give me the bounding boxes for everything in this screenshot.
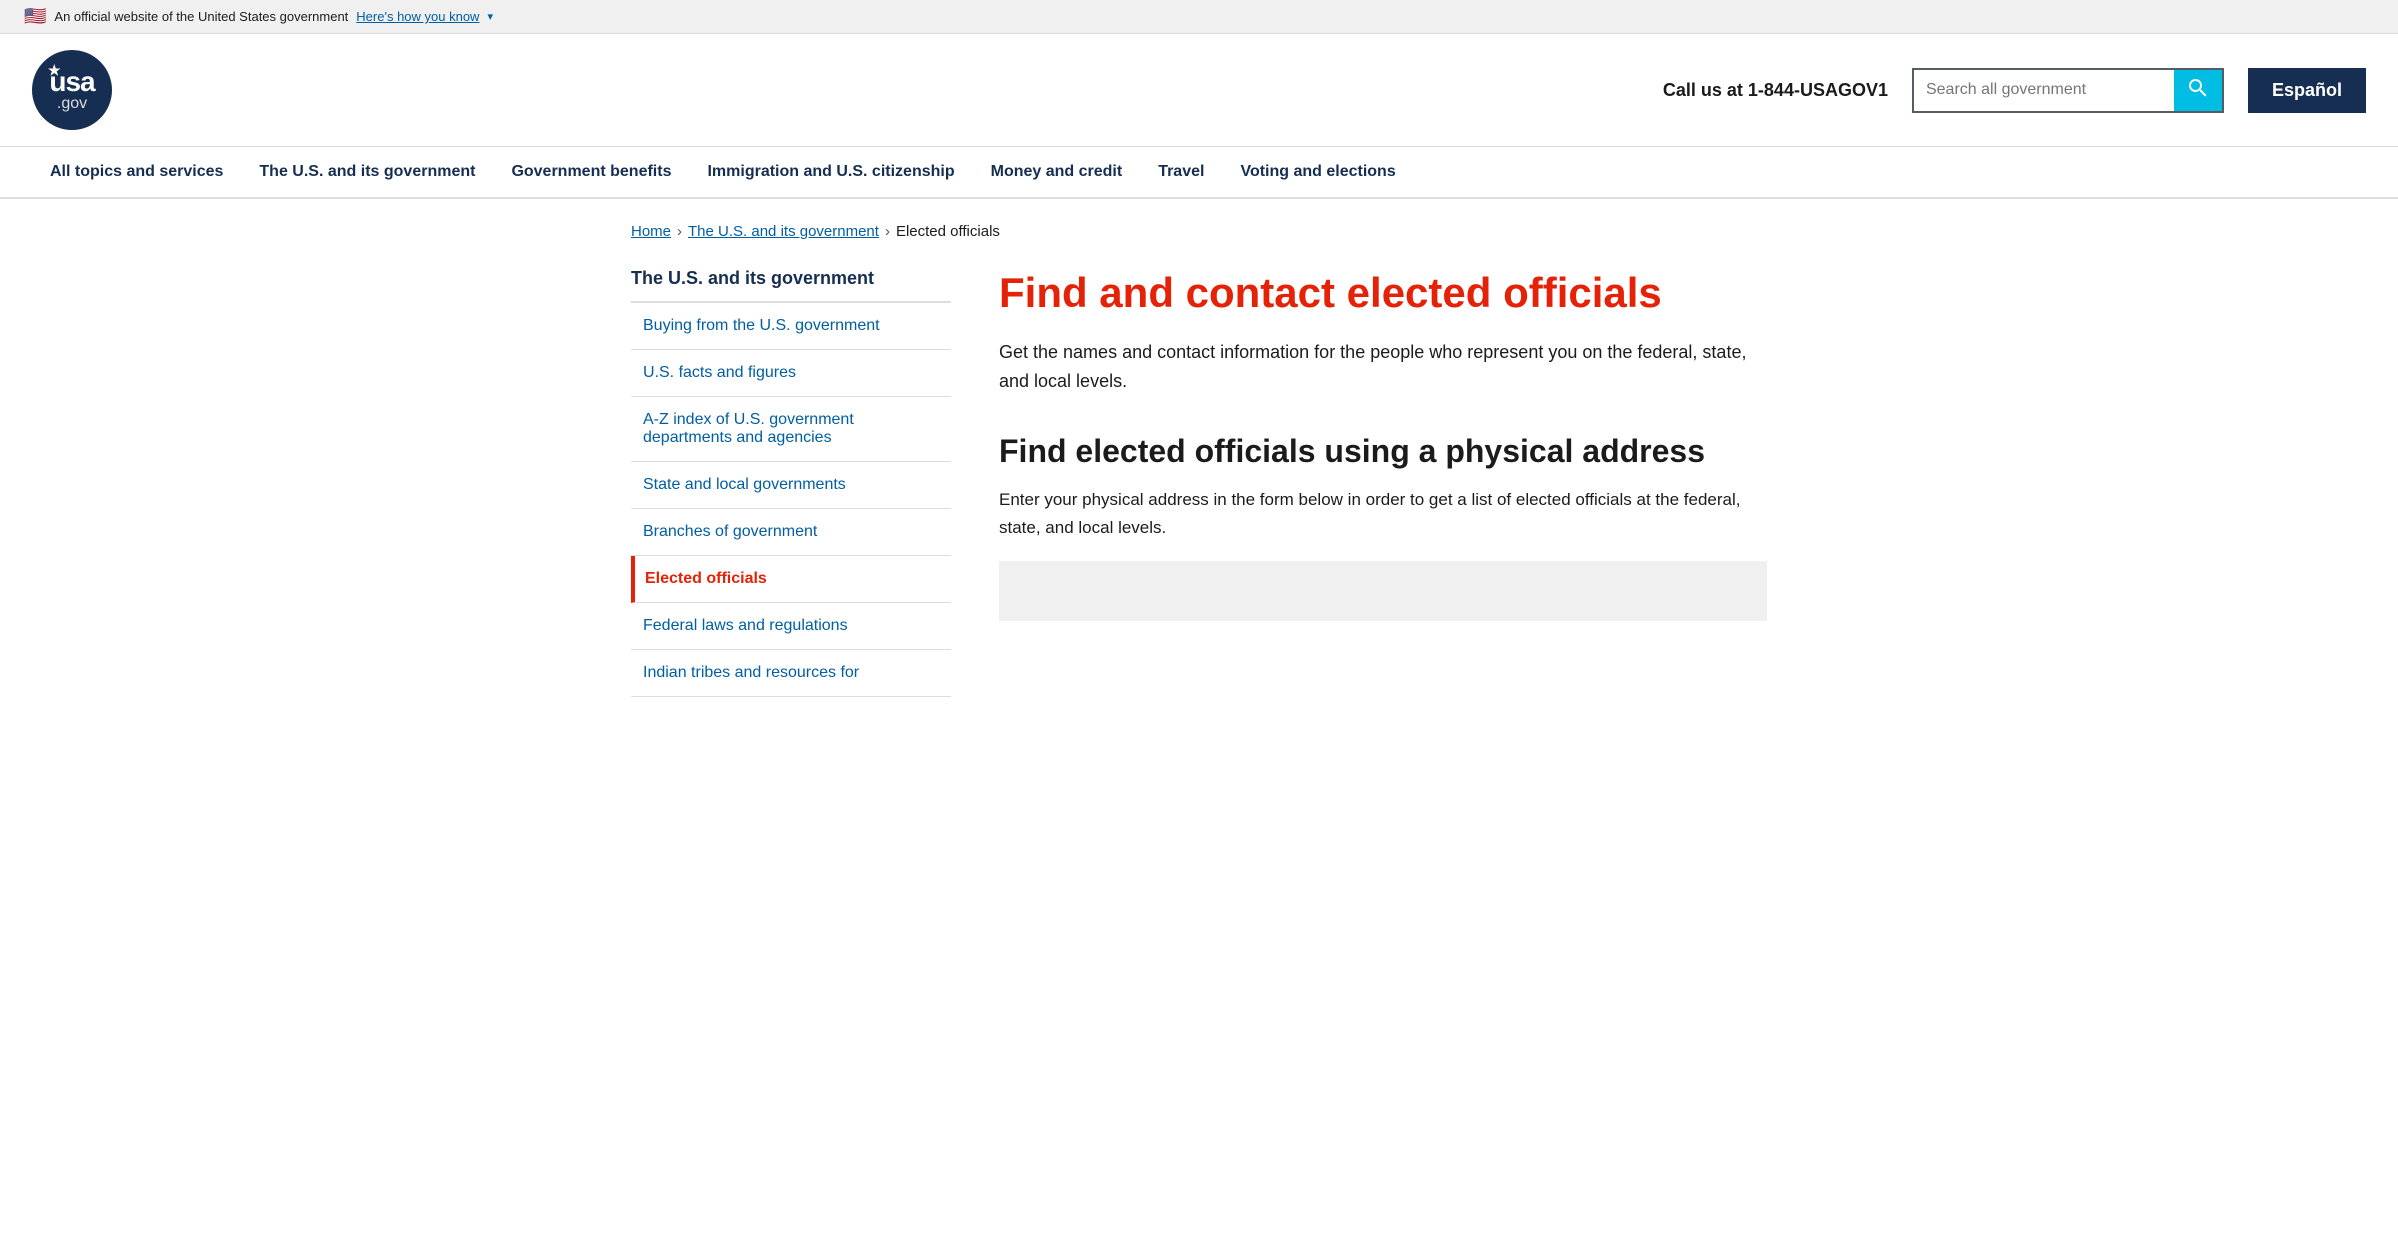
usa-gov-logo[interactable]: ★ usa .gov bbox=[32, 50, 112, 130]
main-nav: All topics and services The U.S. and its… bbox=[0, 147, 2398, 199]
sidebar-link-elected[interactable]: Elected officials bbox=[635, 556, 951, 602]
nav-item-benefits: Government benefits bbox=[493, 147, 689, 197]
sidebar-link-az-index[interactable]: A-Z index of U.S. government departments… bbox=[631, 397, 951, 461]
site-header: ★ usa .gov Call us at 1-844-USAGOV1 Espa… bbox=[0, 34, 2398, 147]
gov-banner: 🇺🇸 An official website of the United Sta… bbox=[0, 0, 2398, 34]
banner-caret-icon: ▾ bbox=[487, 10, 493, 23]
espanol-button[interactable]: Español bbox=[2248, 68, 2366, 113]
page-description: Get the names and contact information fo… bbox=[999, 338, 1767, 396]
sidebar-item-elected: Elected officials bbox=[631, 556, 951, 603]
search-input[interactable] bbox=[1914, 73, 2174, 107]
main-content: Find and contact elected officials Get t… bbox=[999, 268, 1767, 697]
sidebar-link-federal-laws[interactable]: Federal laws and regulations bbox=[631, 603, 951, 649]
breadcrumb-home[interactable]: Home bbox=[631, 223, 671, 240]
search-button[interactable] bbox=[2174, 70, 2222, 111]
official-text: An official website of the United States… bbox=[54, 9, 348, 24]
nav-item-money: Money and credit bbox=[973, 147, 1141, 197]
sidebar-item-az-index: A-Z index of U.S. government departments… bbox=[631, 397, 951, 462]
sidebar-item-state-local: State and local governments bbox=[631, 462, 951, 509]
nav-link-voting[interactable]: Voting and elections bbox=[1222, 147, 1413, 197]
nav-link-all-topics[interactable]: All topics and services bbox=[32, 147, 241, 197]
breadcrumb-current: Elected officials bbox=[896, 223, 1000, 240]
sidebar-title: The U.S. and its government bbox=[631, 268, 951, 303]
breadcrumb-separator-2: › bbox=[885, 223, 890, 240]
section1-heading: Find elected officials using a physical … bbox=[999, 432, 1767, 470]
nav-item-immigration: Immigration and U.S. citizenship bbox=[689, 147, 972, 197]
sidebar-item-indian-tribes: Indian tribes and resources for bbox=[631, 650, 951, 697]
nav-item-travel: Travel bbox=[1140, 147, 1222, 197]
logo-gov-text: .gov bbox=[57, 96, 87, 112]
content-wrapper: Home › The U.S. and its government › Ele… bbox=[599, 199, 1799, 721]
nav-link-us-government[interactable]: The U.S. and its government bbox=[241, 147, 493, 197]
nav-link-money[interactable]: Money and credit bbox=[973, 147, 1141, 197]
nav-item-us-government: The U.S. and its government bbox=[241, 147, 493, 197]
sidebar-nav: Buying from the U.S. government U.S. fac… bbox=[631, 303, 951, 697]
nav-item-voting: Voting and elections bbox=[1222, 147, 1413, 197]
nav-link-travel[interactable]: Travel bbox=[1140, 147, 1222, 197]
phone-number: Call us at 1-844-USAGOV1 bbox=[1663, 80, 1888, 101]
address-form-area[interactable] bbox=[999, 561, 1767, 621]
breadcrumb-separator-1: › bbox=[677, 223, 682, 240]
sidebar-item-branches: Branches of government bbox=[631, 509, 951, 556]
sidebar-item-federal-laws: Federal laws and regulations bbox=[631, 603, 951, 650]
breadcrumb-section[interactable]: The U.S. and its government bbox=[688, 223, 879, 240]
section1-description: Enter your physical address in the form … bbox=[999, 486, 1767, 540]
sidebar-link-state-local[interactable]: State and local governments bbox=[631, 462, 951, 508]
breadcrumb: Home › The U.S. and its government › Ele… bbox=[631, 223, 1767, 240]
page-title: Find and contact elected officials bbox=[999, 268, 1767, 318]
flag-icon: 🇺🇸 bbox=[24, 6, 46, 27]
sidebar: The U.S. and its government Buying from … bbox=[631, 268, 951, 697]
sidebar-item-buying: Buying from the U.S. government bbox=[631, 303, 951, 350]
main-layout: The U.S. and its government Buying from … bbox=[631, 268, 1767, 697]
nav-item-all-topics: All topics and services bbox=[32, 147, 241, 197]
heres-how-link[interactable]: Here's how you know bbox=[356, 9, 479, 24]
sidebar-item-facts: U.S. facts and figures bbox=[631, 350, 951, 397]
sidebar-link-facts[interactable]: U.S. facts and figures bbox=[631, 350, 951, 396]
header-right: Call us at 1-844-USAGOV1 Español bbox=[1663, 68, 2366, 113]
sidebar-link-branches[interactable]: Branches of government bbox=[631, 509, 951, 555]
sidebar-link-buying[interactable]: Buying from the U.S. government bbox=[631, 303, 951, 349]
nav-link-benefits[interactable]: Government benefits bbox=[493, 147, 689, 197]
logo-star-icon: ★ bbox=[48, 62, 61, 79]
search-form bbox=[1912, 68, 2224, 113]
logo-container[interactable]: ★ usa .gov bbox=[32, 50, 112, 130]
sidebar-link-indian-tribes[interactable]: Indian tribes and resources for bbox=[631, 650, 951, 696]
nav-link-immigration[interactable]: Immigration and U.S. citizenship bbox=[689, 147, 972, 197]
search-icon bbox=[2188, 78, 2208, 103]
